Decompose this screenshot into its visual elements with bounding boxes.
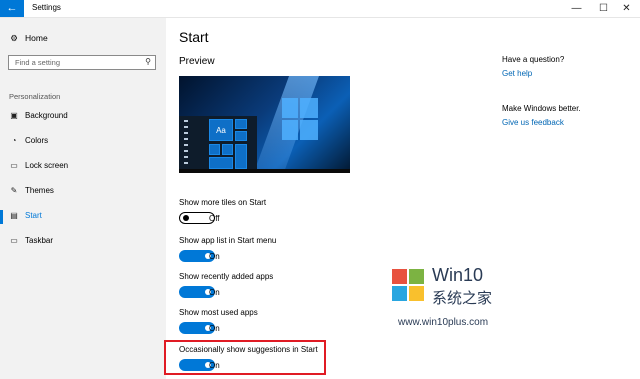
sidebar-item-label: Colors: [25, 136, 49, 145]
minimize-icon: —: [571, 3, 582, 14]
sidebar-item-background[interactable]: ▣ Background: [0, 110, 166, 124]
search-input[interactable]: Find a setting ⚲: [8, 55, 156, 70]
preview-tile-large: Aa: [209, 119, 233, 141]
feedback-prompt: Make Windows better.: [502, 104, 581, 113]
search-icon[interactable]: ⚲: [145, 57, 151, 66]
home-link[interactable]: ⚙ Home: [9, 33, 48, 44]
back-arrow-icon: ←: [6, 2, 18, 14]
toggle-state-recent-apps: On: [209, 288, 220, 297]
window-title: Settings: [32, 3, 61, 12]
highlight-box: [164, 340, 326, 375]
setting-label-most-used: Show most used apps: [179, 308, 258, 317]
start-icon: ▤: [10, 211, 18, 220]
lock-screen-icon: ▭: [10, 161, 18, 170]
sidebar-item-label: Background: [25, 111, 68, 120]
sidebar-item-start[interactable]: ▤ Start: [0, 210, 166, 224]
windows-logo-icon: [282, 98, 318, 142]
sidebar-item-label: Start: [25, 211, 42, 220]
preview-tile: [222, 144, 233, 155]
minimize-button[interactable]: —: [563, 0, 590, 17]
toggle-knob: [183, 215, 189, 221]
watermark-url: www.win10plus.com: [398, 317, 489, 328]
close-button[interactable]: ✕: [613, 0, 640, 17]
page-title: Start: [179, 29, 209, 45]
preview-app-list: [184, 120, 188, 168]
sidebar-item-label: Themes: [25, 186, 54, 195]
sidebar-item-label: Lock screen: [25, 161, 69, 170]
preview-tile: [235, 131, 247, 141]
setting-label-more-tiles: Show more tiles on Start: [179, 198, 267, 207]
toggle-state-more-tiles: Off: [209, 214, 220, 223]
close-icon: ✕: [622, 3, 631, 14]
preview-start-menu: Aa: [179, 116, 257, 173]
title-bar: ← Settings — ☐ ✕: [0, 0, 640, 18]
sidebar: ⚙ Home Find a setting ⚲ Personalization ▣…: [0, 18, 166, 379]
preview-tile: [209, 144, 220, 155]
setting-label-recent-apps: Show recently added apps: [179, 272, 274, 281]
active-indicator: [0, 210, 3, 224]
sidebar-item-lock-screen[interactable]: ▭ Lock screen: [0, 160, 166, 174]
watermark-logo-icon: [392, 269, 426, 303]
home-label: Home: [25, 33, 48, 43]
preview-heading: Preview: [179, 56, 215, 67]
start-preview-image: Aa: [179, 76, 350, 173]
search-placeholder: Find a setting: [15, 58, 61, 67]
setting-label-app-list: Show app list in Start menu: [179, 236, 277, 245]
picture-icon: ▣: [10, 111, 18, 120]
preview-tile: [209, 157, 233, 169]
taskbar-icon: ▭: [10, 236, 18, 245]
home-gear-icon: ⚙: [10, 33, 18, 43]
brush-icon: ✎: [10, 186, 18, 195]
sidebar-item-label: Taskbar: [25, 236, 54, 245]
toggle-state-app-list: On: [209, 252, 220, 261]
preview-tile-text: Aa: [216, 126, 226, 135]
get-help-link[interactable]: Get help: [502, 69, 532, 78]
sidebar-item-colors[interactable]: ◔ Colors: [0, 135, 166, 149]
watermark-chinese: 系统之家: [432, 290, 493, 307]
toggle-state-most-used: On: [209, 324, 220, 333]
back-button[interactable]: ←: [0, 0, 24, 17]
preview-taskbar: [179, 169, 350, 173]
maximize-icon: ☐: [599, 3, 608, 14]
sidebar-item-taskbar[interactable]: ▭ Taskbar: [0, 235, 166, 249]
help-question: Have a question?: [502, 55, 565, 64]
section-heading: Personalization: [9, 92, 61, 101]
preview-tile: [235, 119, 247, 129]
sidebar-item-themes[interactable]: ✎ Themes: [0, 185, 166, 199]
palette-icon: ◔: [11, 136, 17, 145]
give-feedback-link[interactable]: Give us feedback: [502, 118, 564, 127]
preview-tile: [235, 144, 247, 169]
watermark-title: Win10: [432, 265, 484, 285]
watermark: Win10 系统之家 www.win10plus.com: [392, 265, 552, 335]
